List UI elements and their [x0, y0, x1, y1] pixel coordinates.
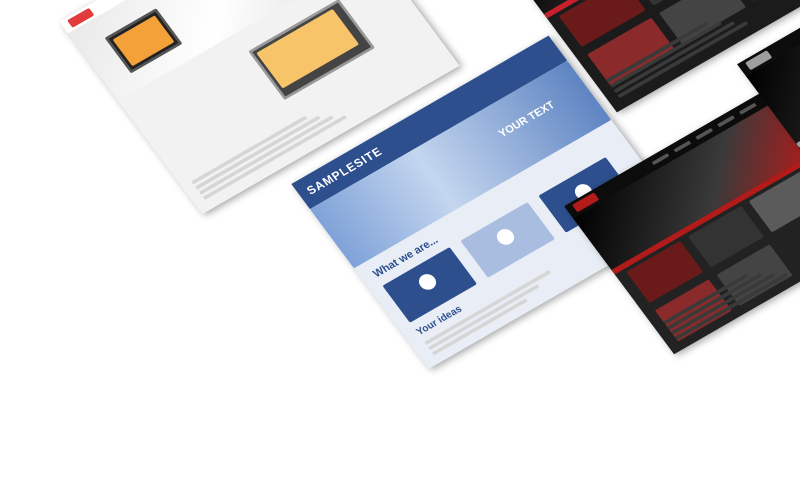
website-templates-collage: SAMPLESITE YOUR TEXT What we are... Your id…: [0, 0, 800, 500]
text-line: [431, 298, 528, 356]
